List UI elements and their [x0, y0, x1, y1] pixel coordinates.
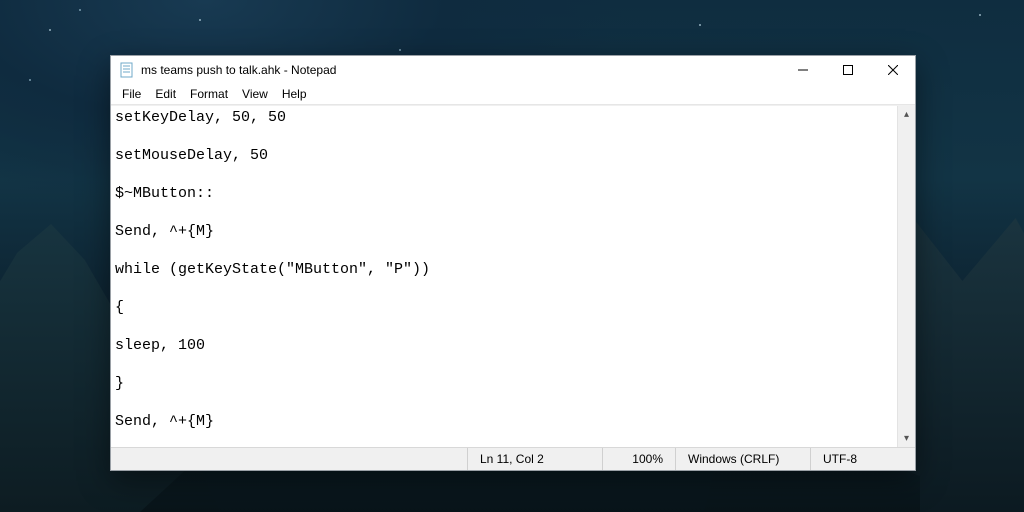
status-encoding: UTF-8 [810, 448, 915, 470]
titlebar[interactable]: ms teams push to talk.ahk - Notepad [111, 56, 915, 84]
text-editor[interactable]: setKeyDelay, 50, 50 setMouseDelay, 50 $~… [111, 106, 897, 447]
menubar: File Edit Format View Help [111, 84, 915, 105]
maximize-icon [843, 65, 853, 75]
close-icon [888, 65, 898, 75]
maximize-button[interactable] [825, 56, 870, 84]
menu-format[interactable]: Format [183, 86, 235, 102]
status-line-ending: Windows (CRLF) [675, 448, 810, 470]
status-spacer [111, 448, 467, 470]
close-button[interactable] [870, 56, 915, 84]
window-title: ms teams push to talk.ahk - Notepad [141, 63, 780, 77]
minimize-button[interactable] [780, 56, 825, 84]
window-controls [780, 56, 915, 84]
vertical-scrollbar[interactable]: ▴ ▾ [897, 106, 915, 447]
menu-view[interactable]: View [235, 86, 275, 102]
menu-edit[interactable]: Edit [148, 86, 183, 102]
desktop-background: ms teams push to talk.ahk - Notepad File… [0, 0, 1024, 512]
notepad-window: ms teams push to talk.ahk - Notepad File… [110, 55, 916, 471]
menu-file[interactable]: File [115, 86, 148, 102]
scroll-up-arrow-icon[interactable]: ▴ [898, 106, 915, 123]
status-cursor-position: Ln 11, Col 2 [467, 448, 602, 470]
statusbar: Ln 11, Col 2 100% Windows (CRLF) UTF-8 [111, 447, 915, 470]
scroll-down-arrow-icon[interactable]: ▾ [898, 430, 915, 447]
status-zoom: 100% [602, 448, 675, 470]
menu-help[interactable]: Help [275, 86, 314, 102]
editor-area: setKeyDelay, 50, 50 setMouseDelay, 50 $~… [111, 105, 915, 447]
minimize-icon [798, 65, 808, 75]
notepad-app-icon [119, 62, 135, 78]
